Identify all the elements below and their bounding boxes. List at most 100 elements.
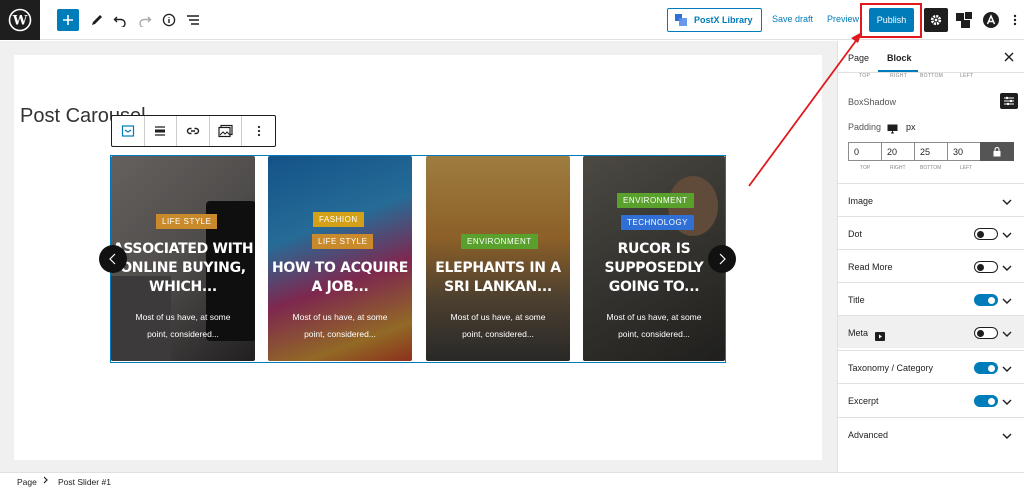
panel-image[interactable]: Image [838,183,1024,216]
post-excerpt: Most of us have, at some point, consider… [450,312,546,339]
postx-toolbar-button[interactable] [952,8,976,32]
desktop-icon[interactable] [887,121,898,139]
chevron-down-icon [1002,399,1012,405]
pencil-icon [92,15,102,25]
postx-logo-icon [675,14,687,26]
add-block-button[interactable] [57,9,79,31]
postx-library-button[interactable]: PostX Library [667,8,762,32]
info-icon [162,13,176,27]
chevron-right-icon [719,253,726,265]
slider-next-button[interactable] [708,245,736,273]
panel-title[interactable]: Title [838,282,1024,315]
block-type-button[interactable] [112,116,145,146]
dot-toggle[interactable] [974,228,998,240]
top-toolbar: W PostX Library Save draft Preview Publi… [0,0,1024,40]
panel-dot[interactable]: Dot [838,216,1024,249]
post-excerpt: Most of us have, at some point, consider… [135,312,231,339]
close-icon [1004,52,1014,62]
padding-top-input[interactable]: 0 [848,142,882,161]
align-button[interactable] [145,116,178,146]
tab-block[interactable]: Block [887,53,912,63]
wordpress-logo-icon[interactable]: W [0,0,40,40]
padding-inputs: 0 20 25 30 [848,142,1018,161]
post-title[interactable]: RUCOR IS SUPPOSEDLY GOING TO... [583,240,725,297]
details-button[interactable] [157,8,181,32]
post-card[interactable]: FASHION LIFE STYLE HOW TO ACQUIRE A JOB.… [268,156,412,361]
dimension-label: LEFT [960,73,974,79]
read-more-toggle[interactable] [974,261,998,273]
vertical-ellipsis-icon [257,125,260,137]
panel-read-more[interactable]: Read More [838,249,1024,282]
redo-button[interactable] [133,8,157,32]
breadcrumb-current[interactable]: Post Slider #1 [58,477,111,487]
chevron-down-icon [1002,232,1012,238]
chevron-down-icon [1002,331,1012,337]
more-options-button[interactable] [1003,8,1024,32]
lock-icon [993,146,1001,156]
media-button[interactable] [210,116,243,146]
category-badge[interactable]: LIFE STYLE [156,214,218,229]
chevron-down-icon [1002,199,1012,205]
list-view-button[interactable] [181,8,205,32]
padding-sub-label: TOP [860,165,871,171]
category-badge[interactable]: ENVIRONMENT [617,193,694,208]
boxshadow-settings-button[interactable] [1000,93,1018,109]
dimension-label: TOP [859,73,871,79]
save-draft-button[interactable]: Save draft [772,14,813,24]
link-button[interactable] [177,116,210,146]
panel-excerpt[interactable]: Excerpt [838,383,1024,416]
undo-icon [113,16,126,27]
slider-block-icon [121,125,134,137]
chevron-down-icon [1002,298,1012,304]
padding-right-input[interactable]: 20 [881,142,915,161]
block-options-button[interactable] [242,116,275,146]
chevron-down-icon [1002,433,1012,439]
publish-button[interactable]: Publish [869,8,914,32]
padding-bottom-input[interactable]: 25 [914,142,948,161]
tools-button[interactable] [85,8,109,32]
post-card[interactable]: LIFE STYLE ASSOCIATED WITH ONLINE BUYING… [111,156,255,361]
meta-toggle[interactable] [974,327,998,339]
active-tab-indicator [878,70,918,72]
post-card[interactable]: ENVIRONMENT ELEPHANTS IN A SRI LANKAN...… [426,156,570,361]
block-toolbar [111,115,276,147]
post-title[interactable]: ELEPHANTS IN A SRI LANKAN... [426,259,570,297]
post-title[interactable]: HOW TO ACQUIRE A JOB... [268,259,412,297]
category-badge[interactable]: TECHNOLOGY [621,215,695,230]
post-title[interactable]: ASSOCIATED WITH ONLINE BUYING, WHICH... [111,240,255,297]
category-badge[interactable]: ENVIRONMENT [461,234,538,249]
settings-button[interactable] [924,8,948,32]
panel-advanced[interactable]: Advanced [838,417,1024,450]
padding-left-input[interactable]: 30 [947,142,981,161]
sliders-icon [1004,96,1014,106]
video-icon[interactable] [875,328,885,346]
excerpt-toggle[interactable] [974,395,998,407]
title-toggle[interactable] [974,294,998,306]
category-badge[interactable]: FASHION [313,212,364,227]
redo-icon [139,16,152,27]
slider-prev-button[interactable] [99,245,127,273]
svg-text:W: W [12,14,28,29]
preview-button[interactable]: Preview [827,14,859,24]
tab-page[interactable]: Page [848,53,869,63]
breadcrumb-root[interactable]: Page [17,477,37,487]
align-wide-icon [155,126,166,136]
padding-unit[interactable]: px [906,122,916,132]
boxshadow-label: BoxShadow [848,97,897,107]
close-sidebar-button[interactable] [1004,51,1014,65]
blocks-icon [956,12,972,28]
panel-meta[interactable]: Meta [838,315,1024,348]
link-icon [186,127,200,135]
plus-icon [63,15,73,25]
chevron-down-icon [1002,366,1012,372]
taxonomy-toggle[interactable] [974,362,998,374]
post-excerpt: Most of us have, at some point, consider… [292,312,388,339]
postx-library-label: PostX Library [694,15,753,25]
category-badge[interactable]: LIFE STYLE [312,234,374,249]
panel-taxonomy[interactable]: Taxonomy / Category [838,350,1024,383]
vertical-ellipsis-icon [1013,14,1017,26]
post-card[interactable]: ENVIRONMENT TECHNOLOGY RUCOR IS SUPPOSED… [583,156,725,361]
link-values-button[interactable] [980,142,1014,161]
astra-button[interactable] [979,8,1003,32]
undo-button[interactable] [108,8,132,32]
